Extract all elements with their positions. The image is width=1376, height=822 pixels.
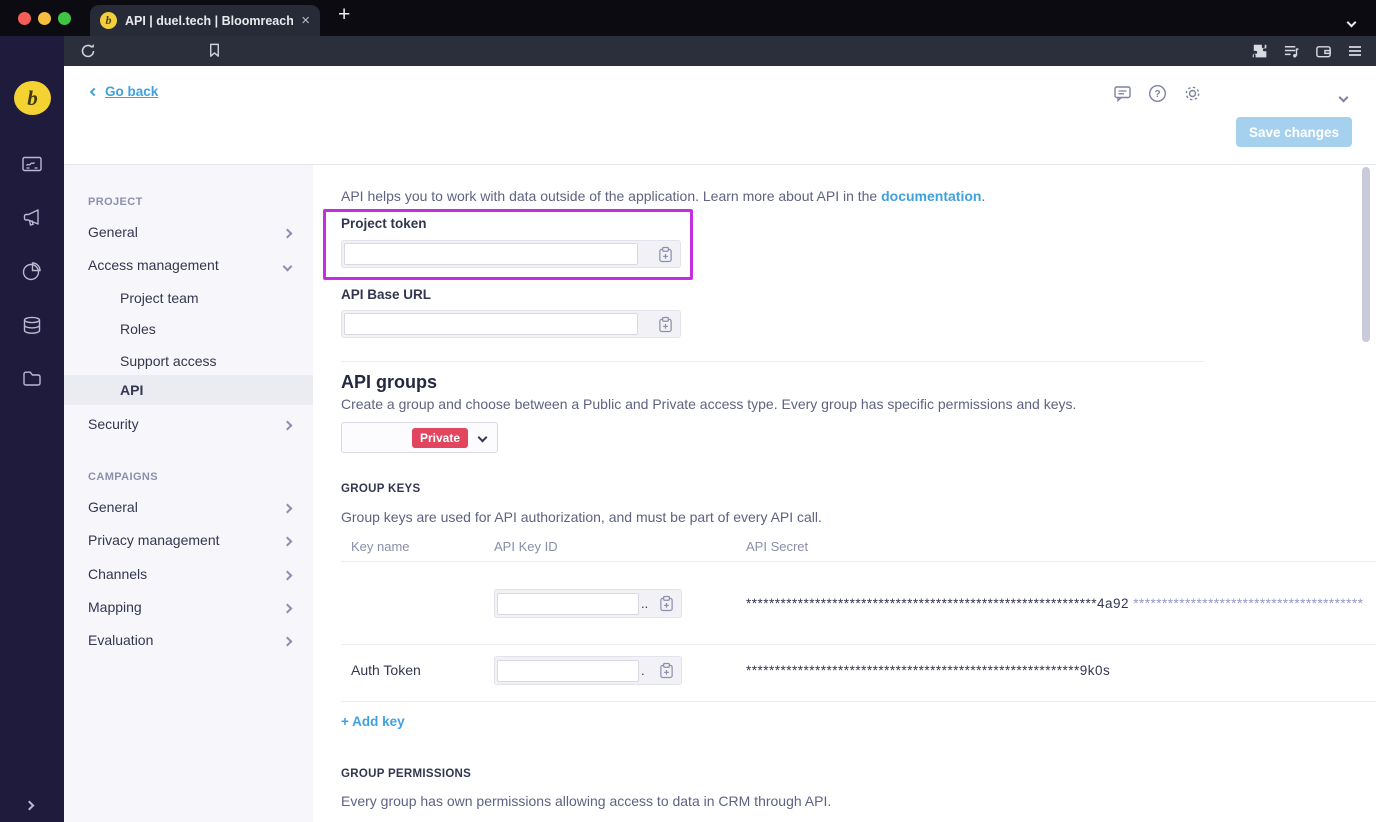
sidebar-item-mapping[interactable]: Mapping: [64, 594, 313, 620]
sidebar-item-access-management[interactable]: Access management: [64, 252, 313, 278]
sidebar-item-general[interactable]: General: [64, 219, 313, 245]
column-key-name: Key name: [351, 539, 410, 554]
chevron-right-icon: [282, 632, 293, 648]
table-divider: [341, 701, 1376, 702]
section-divider: [341, 361, 1204, 362]
bookmark-icon[interactable]: [206, 42, 223, 59]
help-icon[interactable]: ?: [1148, 84, 1167, 103]
reload-button[interactable]: [80, 43, 96, 59]
api-key-id-input[interactable]: [497, 592, 639, 615]
column-api-key-id: API Key ID: [494, 539, 558, 554]
project-token-input[interactable]: [344, 243, 638, 265]
sidebar-section-campaigns: CAMPAIGNS: [88, 471, 159, 483]
add-key-link[interactable]: + Add key: [341, 714, 405, 729]
window-minimize-button[interactable]: [38, 12, 51, 25]
api-base-url-label: API Base URL: [341, 287, 432, 302]
window-zoom-button[interactable]: [58, 12, 71, 25]
back-chevron-icon: [89, 87, 99, 96]
api-base-url-input[interactable]: [344, 313, 638, 335]
api-secret-value: ****************************************…: [746, 663, 1111, 678]
sidebar-item-api[interactable]: API: [64, 375, 313, 405]
sidebar-item-privacy-management[interactable]: Privacy management: [64, 527, 313, 553]
api-key-id-field[interactable]: .: [494, 656, 682, 685]
window-close-button[interactable]: [18, 12, 31, 25]
go-back-link[interactable]: Go back: [89, 84, 159, 99]
browser-tab-strip: b API | duel.tech | Bloomreach × +: [0, 0, 1376, 36]
chevron-right-icon: [282, 224, 293, 240]
group-keys-title: GROUP KEYS: [341, 483, 421, 495]
chevron-right-icon: [282, 599, 293, 615]
chevron-right-icon: [282, 416, 293, 432]
tab-title: API | duel.tech | Bloomreach: [125, 13, 294, 28]
copy-clipboard-icon[interactable]: [659, 595, 674, 612]
group-keys-description: Group keys are used for API authorizatio…: [341, 509, 822, 525]
project-token-label: Project token: [341, 216, 427, 231]
api-settings-content: API helps you to work with data outside …: [313, 165, 1376, 822]
chevron-down-icon: [282, 257, 293, 273]
api-intro-text: API helps you to work with data outside …: [341, 188, 986, 204]
sidebar-item-campaigns-general[interactable]: General: [64, 494, 313, 520]
chevron-right-icon: [282, 499, 293, 515]
chevron-down-icon: [477, 432, 488, 443]
sidebar-item-evaluation[interactable]: Evaluation: [64, 627, 313, 653]
copy-clipboard-icon[interactable]: [659, 662, 674, 679]
new-tab-button[interactable]: +: [338, 3, 350, 27]
svg-text:?: ?: [1154, 89, 1160, 100]
bloomreach-logo[interactable]: b: [14, 81, 51, 115]
copy-clipboard-icon[interactable]: [658, 246, 673, 263]
settings-sidebar: PROJECT General Access management Projec…: [64, 165, 313, 822]
data-database-icon[interactable]: [22, 316, 42, 335]
table-divider: [341, 644, 1376, 645]
browser-tab[interactable]: b API | duel.tech | Bloomreach ×: [90, 5, 320, 36]
project-token-field[interactable]: [341, 240, 681, 268]
private-badge: Private: [411, 427, 468, 448]
sidebar-item-project-team[interactable]: Project team: [64, 285, 313, 311]
bloomreach-favicon-icon: b: [100, 12, 117, 29]
browser-toolbar: demoapp.exponea.com/p//project-settings/…: [0, 36, 1376, 99]
api-groups-title: API groups: [341, 372, 438, 392]
api-base-url-field[interactable]: [341, 310, 681, 338]
group-permissions-description: Every group has own permissions allowing…: [341, 793, 832, 809]
feedback-comment-icon[interactable]: [1113, 84, 1132, 103]
menu-hamburger-icon[interactable]: [1347, 43, 1363, 59]
settings-gear-icon[interactable]: [1183, 84, 1202, 103]
column-api-secret: API Secret: [746, 539, 809, 554]
api-groups-description: Create a group and choose between a Publ…: [341, 396, 1077, 412]
sidebar-item-security[interactable]: Security: [64, 411, 313, 437]
chevron-right-icon: [282, 532, 293, 548]
api-secret-value: ****************************************…: [746, 596, 1364, 611]
documentation-link[interactable]: documentation: [881, 188, 981, 204]
save-changes-button[interactable]: Save changes: [1236, 117, 1352, 147]
chevron-right-icon: [282, 566, 293, 582]
sidebar-item-roles[interactable]: Roles: [64, 316, 313, 342]
assets-folder-icon[interactable]: [22, 370, 42, 387]
campaigns-megaphone-icon[interactable]: [22, 208, 42, 227]
playlist-icon[interactable]: [1283, 43, 1300, 60]
analytics-pie-icon[interactable]: [22, 262, 41, 281]
header-collapse-chevron-icon[interactable]: [1338, 88, 1349, 106]
api-key-id-field[interactable]: ..: [494, 589, 682, 618]
api-group-select[interactable]: Private: [341, 422, 498, 453]
extensions-puzzle-icon[interactable]: [1252, 43, 1269, 60]
rail-expand-chevron-icon[interactable]: [24, 796, 35, 814]
key-name-auth-token: Auth Token: [351, 662, 421, 678]
sidebar-section-project: PROJECT: [88, 196, 143, 208]
app-nav-rail: b: [0, 36, 64, 822]
table-divider: [341, 561, 1376, 562]
dashboard-icon[interactable]: [22, 156, 42, 173]
api-key-id-input[interactable]: [497, 659, 639, 682]
tab-search-chevron-icon[interactable]: [1346, 13, 1357, 31]
go-back-label: Go back: [105, 84, 159, 99]
copy-clipboard-icon[interactable]: [658, 316, 673, 333]
sidebar-item-channels[interactable]: Channels: [64, 561, 313, 587]
group-permissions-title: GROUP PERMISSIONS: [341, 768, 472, 780]
tab-close-icon[interactable]: ×: [301, 12, 310, 29]
app-header: Go back ? Save changes: [64, 66, 1376, 164]
sidebar-item-support-access[interactable]: Support access: [64, 348, 313, 374]
scrollbar-thumb[interactable]: [1362, 167, 1370, 342]
wallet-icon[interactable]: [1315, 43, 1332, 60]
